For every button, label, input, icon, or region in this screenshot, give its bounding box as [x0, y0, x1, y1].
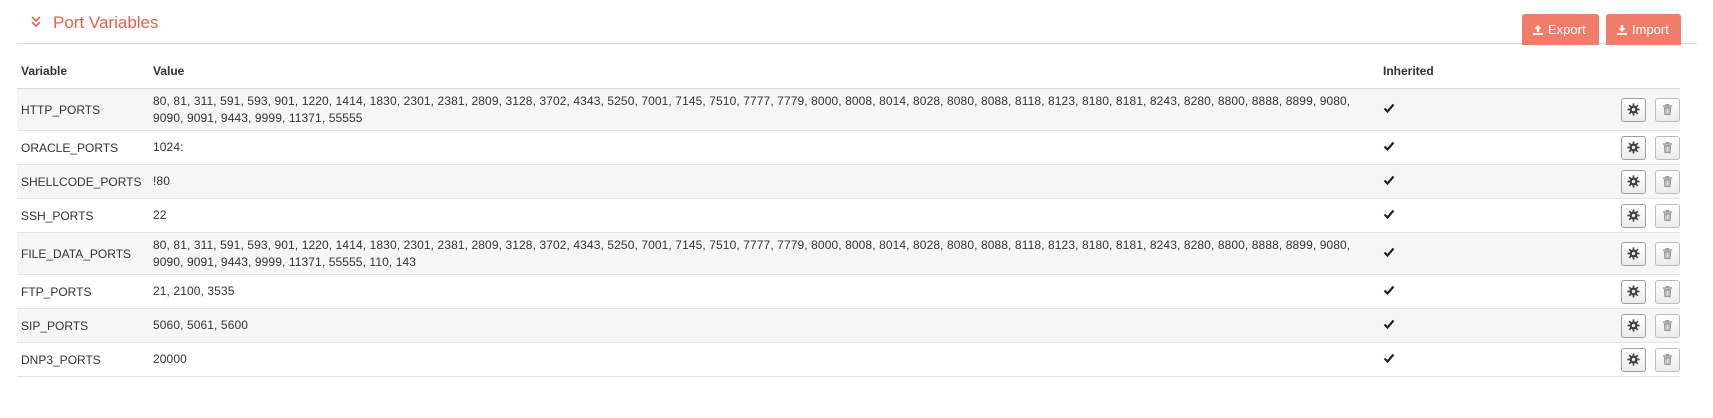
actions-cell — [1493, 342, 1680, 377]
edit-button[interactable] — [1620, 203, 1646, 228]
variable-name: FTP_PORTS — [17, 274, 149, 309]
variable-name: FILE_DATA_PORTS — [17, 232, 149, 275]
check-icon — [1383, 209, 1395, 220]
check-icon — [1383, 319, 1395, 330]
actions-cell — [1493, 198, 1680, 233]
variable-name: HTTP_PORTS — [17, 88, 149, 131]
actions-cell — [1493, 164, 1680, 199]
port-variables-table: Variable Value Inherited HTTP_PORTS 80, … — [17, 54, 1680, 377]
table-row: FTP_PORTS 21, 2100, 3535 — [17, 274, 1680, 309]
panel-title: Port Variables — [53, 13, 159, 32]
gear-icon — [1627, 141, 1640, 154]
gear-icon — [1627, 209, 1640, 222]
actions-cell — [1493, 130, 1680, 165]
delete-button[interactable] — [1655, 97, 1680, 122]
edit-button[interactable] — [1620, 169, 1646, 194]
inherited-cell — [1379, 164, 1493, 199]
gear-icon — [1627, 353, 1640, 366]
gear-icon — [1627, 103, 1640, 116]
variable-value: 80, 81, 311, 591, 593, 901, 1220, 1414, … — [149, 232, 1379, 275]
trash-icon — [1662, 141, 1673, 154]
table-row: SHELLCODE_PORTS !80 — [17, 164, 1680, 199]
delete-button[interactable] — [1655, 135, 1680, 160]
actions-cell — [1493, 232, 1680, 275]
inherited-cell — [1379, 198, 1493, 233]
variable-name: SSH_PORTS — [17, 198, 149, 233]
variable-value: 21, 2100, 3535 — [149, 274, 1379, 309]
download-icon — [1617, 24, 1627, 35]
gear-icon — [1627, 285, 1640, 298]
gear-icon — [1627, 247, 1640, 260]
actions-cell — [1493, 274, 1680, 309]
column-header-inherited[interactable]: Inherited — [1379, 54, 1493, 89]
delete-button[interactable] — [1655, 313, 1680, 338]
column-header-actions — [1493, 54, 1680, 89]
inherited-cell — [1379, 308, 1493, 343]
delete-button[interactable] — [1655, 347, 1680, 372]
table-row: HTTP_PORTS 80, 81, 311, 591, 593, 901, 1… — [17, 88, 1680, 131]
import-label: Import — [1632, 22, 1669, 37]
gear-icon — [1627, 175, 1640, 188]
inherited-cell — [1379, 274, 1493, 309]
port-variables-panel: Port Variables Export Import — [17, 0, 1697, 45]
column-header-value[interactable]: Value — [149, 54, 1379, 89]
actions-cell — [1493, 88, 1680, 131]
edit-button[interactable] — [1620, 135, 1646, 160]
table-header-row: Variable Value Inherited — [17, 54, 1680, 89]
double-chevron-down-icon[interactable] — [29, 15, 43, 29]
export-label: Export — [1548, 22, 1586, 37]
check-icon — [1383, 285, 1395, 296]
check-icon — [1383, 353, 1395, 364]
edit-button[interactable] — [1620, 97, 1646, 122]
trash-icon — [1662, 247, 1673, 260]
variable-value: 1024: — [149, 130, 1379, 165]
inherited-cell — [1379, 130, 1493, 165]
table-row: SSH_PORTS 22 — [17, 198, 1680, 233]
table-row: DNP3_PORTS 20000 — [17, 342, 1680, 377]
variable-name: SIP_PORTS — [17, 308, 149, 343]
edit-button[interactable] — [1620, 347, 1646, 372]
variable-name: DNP3_PORTS — [17, 342, 149, 377]
edit-button[interactable] — [1620, 279, 1646, 304]
variable-value: 80, 81, 311, 591, 593, 901, 1220, 1414, … — [149, 88, 1379, 131]
trash-icon — [1662, 353, 1673, 366]
variable-name: ORACLE_PORTS — [17, 130, 149, 165]
check-icon — [1383, 175, 1395, 186]
table-body: HTTP_PORTS 80, 81, 311, 591, 593, 901, 1… — [17, 88, 1680, 377]
trash-icon — [1662, 319, 1673, 332]
gear-icon — [1627, 319, 1640, 332]
panel-header: Port Variables Export Import — [17, 0, 1697, 45]
table-row: ORACLE_PORTS 1024: — [17, 130, 1680, 165]
trash-icon — [1662, 103, 1673, 116]
variable-value: !80 — [149, 164, 1379, 199]
edit-button[interactable] — [1620, 241, 1646, 266]
actions-cell — [1493, 308, 1680, 343]
check-icon — [1383, 247, 1395, 258]
variable-value: 22 — [149, 198, 1379, 233]
delete-button[interactable] — [1655, 203, 1680, 228]
variable-name: SHELLCODE_PORTS — [17, 164, 149, 199]
inherited-cell — [1379, 232, 1493, 275]
column-header-variable[interactable]: Variable — [17, 54, 149, 89]
inherited-cell — [1379, 342, 1493, 377]
variable-value: 20000 — [149, 342, 1379, 377]
upload-icon — [1533, 24, 1543, 35]
delete-button[interactable] — [1655, 279, 1680, 304]
delete-button[interactable] — [1655, 241, 1680, 266]
export-button[interactable]: Export — [1522, 14, 1599, 45]
inherited-cell — [1379, 88, 1493, 131]
edit-button[interactable] — [1620, 313, 1646, 338]
import-button[interactable]: Import — [1606, 14, 1681, 45]
trash-icon — [1662, 175, 1673, 188]
table-row: SIP_PORTS 5060, 5061, 5600 — [17, 308, 1680, 343]
table-row: FILE_DATA_PORTS 80, 81, 311, 591, 593, 9… — [17, 232, 1680, 275]
check-icon — [1383, 141, 1395, 152]
variable-value: 5060, 5061, 5600 — [149, 308, 1379, 343]
delete-button[interactable] — [1655, 169, 1680, 194]
trash-icon — [1662, 209, 1673, 222]
check-icon — [1383, 103, 1395, 114]
trash-icon — [1662, 285, 1673, 298]
